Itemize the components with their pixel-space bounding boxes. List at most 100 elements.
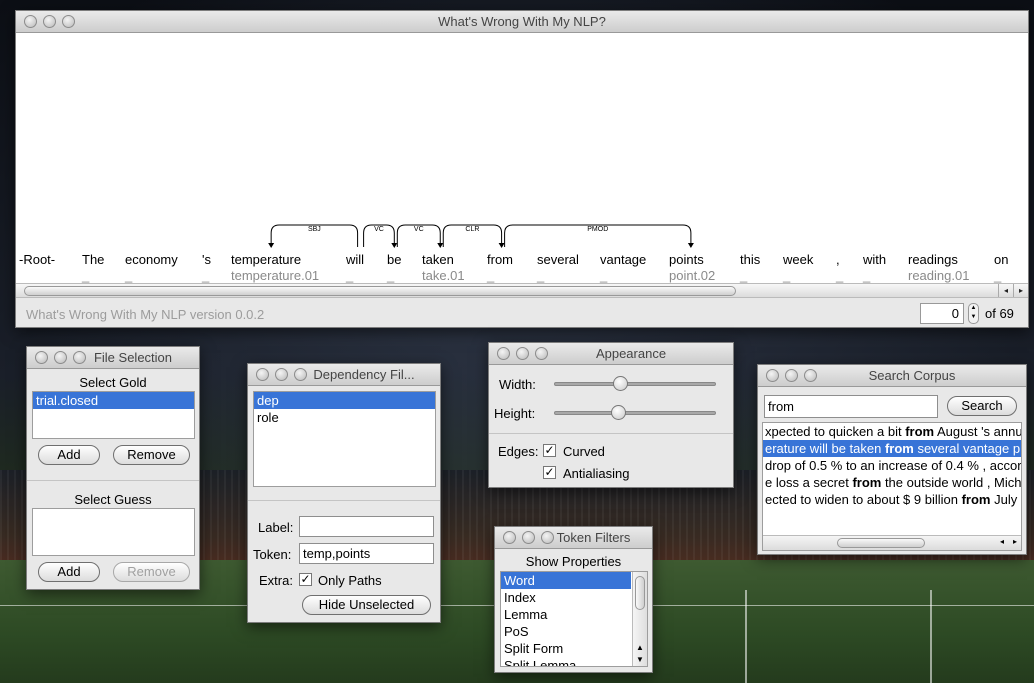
dependency-filter-titlebar[interactable]: Dependency Fil... [248,364,440,386]
close-icon[interactable] [24,15,37,28]
list-item[interactable]: Word [501,572,631,589]
width-slider-knob[interactable] [612,376,628,391]
dependency-edge[interactable]: PMOD [504,224,694,248]
search-result-row[interactable]: xpected to quicken a bit from August 's … [763,423,1021,440]
search-results-list[interactable]: xpected to quicken a bit from August 's … [762,422,1022,551]
scroll-thumb[interactable] [837,538,925,548]
search-result-row[interactable]: erature will be taken from several vanta… [763,440,1021,457]
gold-file-list[interactable]: trial.closed [32,391,195,439]
window-controls[interactable] [24,15,75,28]
height-slider[interactable] [554,411,716,415]
search-button[interactable]: Search [947,396,1017,416]
sentence-index-field[interactable]: 0 [920,303,964,324]
minimize-icon[interactable] [43,15,56,28]
search-corpus-titlebar[interactable]: Search Corpus [758,365,1026,387]
list-item[interactable]: Split Lemma [501,657,647,666]
zoom-icon[interactable] [62,15,75,28]
zoom-icon[interactable] [535,347,548,360]
token-word[interactable]: several [537,252,579,267]
list-item[interactable]: Index [501,589,647,606]
list-item[interactable]: PoS [501,623,647,640]
token-word[interactable]: readings [908,252,958,267]
main-titlebar[interactable]: What's Wrong With My NLP? [16,11,1028,33]
horizontal-scrollbar[interactable]: ◂ ▸ [16,283,1028,298]
token-word[interactable]: taken [422,252,454,267]
zoom-icon[interactable] [73,351,86,364]
close-icon[interactable] [35,351,48,364]
list-item[interactable]: dep [254,392,435,409]
token-word[interactable]: economy [125,252,178,267]
close-icon[interactable] [256,368,269,381]
property-list[interactable]: Word Index Lemma PoS Split Form Split Le… [500,571,648,667]
hide-unselected-button[interactable]: Hide Unselected [302,595,431,615]
search-query-input[interactable]: from [764,395,938,418]
minimize-icon[interactable] [522,531,535,544]
zoom-icon[interactable] [541,531,554,544]
window-controls[interactable] [503,531,554,544]
window-controls[interactable] [35,351,86,364]
scroll-right-icon[interactable]: ▸ [1013,537,1017,546]
label-filter-input[interactable] [299,516,434,537]
list-item[interactable]: trial.closed [33,392,194,409]
scroll-up-icon[interactable]: ▲ [633,643,647,652]
search-result-row[interactable]: ected to widen to about $ 9 billion from… [763,491,1021,508]
window-controls[interactable] [256,368,307,381]
token-filter-input[interactable]: temp,points [299,543,434,564]
vertical-scrollbar[interactable]: ▲ ▼ [632,572,647,666]
zoom-icon[interactable] [294,368,307,381]
token-word[interactable]: be [387,252,401,267]
list-item[interactable]: Lemma [501,606,647,623]
scroll-thumb[interactable] [24,286,736,296]
appearance-titlebar[interactable]: Appearance [489,343,733,365]
dependency-canvas[interactable]: SBJ VC VC CLR PMOD -Root- The _ economy _'s _ temp… [16,33,1028,291]
scroll-down-icon[interactable]: ▼ [633,655,647,664]
window-controls[interactable] [497,347,548,360]
close-icon[interactable] [497,347,510,360]
scroll-left-icon[interactable]: ◂ [998,284,1013,297]
list-item[interactable]: role [254,409,435,426]
list-item[interactable]: Split Form [501,640,647,657]
zoom-icon[interactable] [804,369,817,382]
close-icon[interactable] [766,369,779,382]
width-slider[interactable] [554,382,716,386]
close-icon[interactable] [503,531,516,544]
dependency-edge[interactable]: CLR [442,224,505,248]
window-controls[interactable] [766,369,817,382]
guess-add-button[interactable]: Add [38,562,100,582]
token-word[interactable]: week [783,252,813,267]
minimize-icon[interactable] [785,369,798,382]
curved-checkbox[interactable]: ✓ [543,444,556,457]
gold-add-button[interactable]: Add [38,445,100,465]
token-filters-titlebar[interactable]: Token Filters [495,527,652,549]
dependency-edge[interactable]: VC [396,224,444,248]
token-word[interactable]: this [740,252,760,267]
minimize-icon[interactable] [275,368,288,381]
only-paths-checkbox[interactable]: ✓ [299,573,312,586]
guess-remove-button[interactable]: Remove [113,562,190,582]
horizontal-scrollbar[interactable]: ◂ ▸ [763,535,1021,550]
sentence-stepper[interactable]: ▲ ▼ [968,303,979,324]
token-word[interactable]: on [994,252,1008,267]
file-selection-titlebar[interactable]: File Selection [27,347,199,369]
scroll-left-icon[interactable]: ◂ [1000,537,1004,546]
dependency-edge[interactable]: VC [363,224,398,248]
token-word[interactable]: , [836,252,840,267]
search-result-row[interactable]: drop of 0.5 % to an increase of 0.4 % , … [763,457,1021,474]
dependency-edge[interactable]: SBJ [268,224,359,248]
minimize-icon[interactable] [516,347,529,360]
dependency-type-list[interactable]: dep role [253,391,436,487]
token-word[interactable]: vantage [600,252,646,267]
token-word[interactable]: -Root- [19,252,55,267]
scroll-thumb[interactable] [635,576,645,610]
token-word[interactable]: from [487,252,513,267]
search-result-row[interactable]: e loss a secret from the outside world ,… [763,474,1021,491]
minimize-icon[interactable] [54,351,67,364]
guess-file-list[interactable] [32,508,195,556]
height-slider-knob[interactable] [611,405,627,420]
token-word[interactable]: 's [202,252,211,267]
token-word[interactable]: will [346,252,364,267]
antialiasing-checkbox[interactable]: ✓ [543,466,556,479]
token-word[interactable]: temperature [231,252,301,267]
token-word[interactable]: points [669,252,704,267]
scroll-right-icon[interactable]: ▸ [1013,284,1028,297]
